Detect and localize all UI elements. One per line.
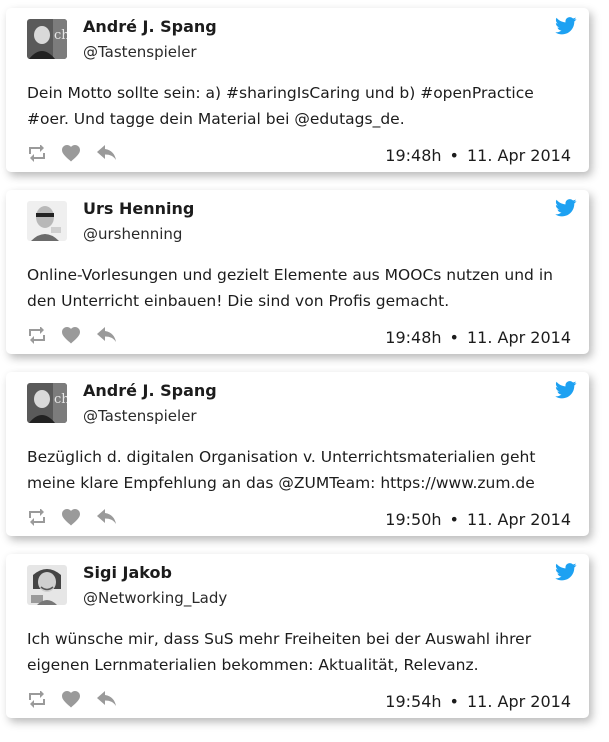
reply-icon[interactable] [97,145,117,162]
tweet-timestamp[interactable]: 19:50h • 11. Apr 2014 [385,510,571,529]
retweet-icon[interactable] [27,509,49,527]
heart-icon[interactable] [62,327,80,344]
tweet-text: Online-Vorlesungen und gezielt Elemente … [27,266,553,310]
author-name[interactable]: André J. Spang [83,17,217,36]
tweet-timestamp[interactable]: 19:54h • 11. Apr 2014 [385,692,571,711]
reply-icon[interactable] [97,509,117,526]
tweet-card: Urs Henning @urshenning Online-Vorlesung… [6,190,589,354]
tweet-time: 19:48h [385,146,442,165]
reply-icon[interactable] [97,327,117,344]
retweet-icon[interactable] [27,327,49,345]
avatar[interactable]: ch [27,19,67,59]
tweet-timestamp[interactable]: 19:48h • 11. Apr 2014 [385,146,571,165]
retweet-icon[interactable] [27,145,49,163]
tweet-feed: ch André J. Spang @Tastenspieler Dein Mo… [0,0,609,742]
avatar[interactable] [27,565,67,605]
tweet-date: 11. Apr 2014 [466,510,571,529]
tweet-text: Bezüglich d. digitalen Organisation v. U… [27,448,536,492]
tweet-card: ch André J. Spang @Tastenspieler Bezügli… [6,372,589,536]
heart-icon[interactable] [62,145,80,162]
tweet-text: Ich wünsche mir, dass SuS mehr Freiheite… [27,630,532,674]
twitter-bird-icon[interactable] [555,381,577,399]
tweet-date: 11. Apr 2014 [466,146,571,165]
tweet-time: 19:48h [385,328,442,347]
author-name[interactable]: Urs Henning [83,199,194,218]
twitter-bird-icon[interactable] [555,199,577,217]
twitter-bird-icon[interactable] [555,563,577,581]
tweet-card: Sigi Jakob @Networking_Lady Ich wünsche … [6,554,589,718]
author-handle[interactable]: @Tastenspieler [83,407,197,425]
tweet-time: 19:54h [385,692,442,711]
tweet-text: Dein Motto sollte sein: a) #sharingIsCar… [27,84,534,128]
heart-icon[interactable] [62,691,80,708]
twitter-bird-icon[interactable] [555,17,577,35]
tweet-date: 11. Apr 2014 [466,692,571,711]
separator-dot: • [449,510,459,529]
tweet-time: 19:50h [385,510,442,529]
author-handle[interactable]: @Networking_Lady [83,589,227,607]
svg-text:ch: ch [54,28,67,43]
separator-dot: • [449,146,459,165]
tweet-card: ch André J. Spang @Tastenspieler Dein Mo… [6,8,589,172]
reply-icon[interactable] [97,691,117,708]
separator-dot: • [449,692,459,711]
author-handle[interactable]: @Tastenspieler [83,43,197,61]
author-name[interactable]: André J. Spang [83,381,217,400]
author-name[interactable]: Sigi Jakob [83,563,172,582]
tweet-date: 11. Apr 2014 [466,328,571,347]
avatar[interactable]: ch [27,383,67,423]
heart-icon[interactable] [62,509,80,526]
avatar[interactable] [27,201,67,241]
tweet-timestamp[interactable]: 19:48h • 11. Apr 2014 [385,328,571,347]
retweet-icon[interactable] [27,691,49,709]
author-handle[interactable]: @urshenning [83,225,182,243]
separator-dot: • [449,328,459,347]
svg-text:ch: ch [54,392,67,407]
